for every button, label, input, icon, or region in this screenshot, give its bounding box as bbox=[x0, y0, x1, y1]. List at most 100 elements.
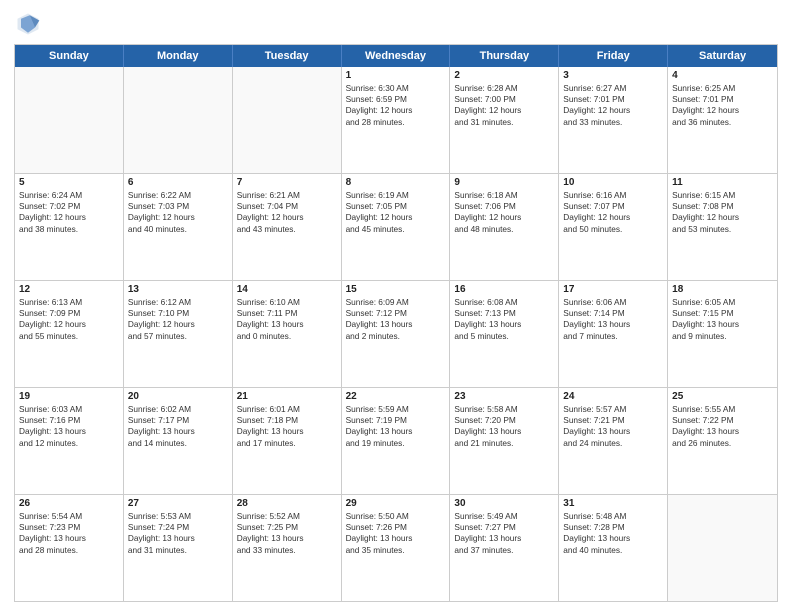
cell-line: Sunset: 7:03 PM bbox=[128, 201, 228, 212]
day-number: 16 bbox=[454, 284, 554, 295]
cell-line: Sunset: 7:17 PM bbox=[128, 415, 228, 426]
cell-line: Sunset: 7:18 PM bbox=[237, 415, 337, 426]
cell-line: and 26 minutes. bbox=[672, 438, 773, 449]
cell-line: Sunset: 7:26 PM bbox=[346, 522, 446, 533]
weekday-header-thursday: Thursday bbox=[450, 45, 559, 67]
cell-line: Sunrise: 6:18 AM bbox=[454, 190, 554, 201]
cell-line: and 40 minutes. bbox=[128, 224, 228, 235]
empty-cell-r0c1 bbox=[124, 67, 233, 173]
calendar-row-3: 12Sunrise: 6:13 AMSunset: 7:09 PMDayligh… bbox=[15, 280, 777, 387]
calendar-body: 1Sunrise: 6:30 AMSunset: 6:59 PMDaylight… bbox=[15, 67, 777, 601]
cell-line: Sunrise: 6:28 AM bbox=[454, 83, 554, 94]
calendar-row-4: 19Sunrise: 6:03 AMSunset: 7:16 PMDayligh… bbox=[15, 387, 777, 494]
cell-line: and 28 minutes. bbox=[346, 117, 446, 128]
page: SundayMondayTuesdayWednesdayThursdayFrid… bbox=[0, 0, 792, 612]
day-number: 26 bbox=[19, 498, 119, 509]
calendar: SundayMondayTuesdayWednesdayThursdayFrid… bbox=[14, 44, 778, 602]
cell-line: Sunset: 7:22 PM bbox=[672, 415, 773, 426]
day-cell-31: 31Sunrise: 5:48 AMSunset: 7:28 PMDayligh… bbox=[559, 495, 668, 601]
cell-line: Sunrise: 6:27 AM bbox=[563, 83, 663, 94]
cell-line: Sunset: 7:04 PM bbox=[237, 201, 337, 212]
day-number: 25 bbox=[672, 391, 773, 402]
cell-line: Sunset: 7:02 PM bbox=[19, 201, 119, 212]
cell-line: Daylight: 13 hours bbox=[237, 319, 337, 330]
day-cell-12: 12Sunrise: 6:13 AMSunset: 7:09 PMDayligh… bbox=[15, 281, 124, 387]
cell-line: Daylight: 13 hours bbox=[346, 319, 446, 330]
day-number: 29 bbox=[346, 498, 446, 509]
day-number: 22 bbox=[346, 391, 446, 402]
day-cell-2: 2Sunrise: 6:28 AMSunset: 7:00 PMDaylight… bbox=[450, 67, 559, 173]
cell-line: and 57 minutes. bbox=[128, 331, 228, 342]
cell-line: and 7 minutes. bbox=[563, 331, 663, 342]
cell-line: Sunrise: 6:10 AM bbox=[237, 297, 337, 308]
cell-line: Daylight: 13 hours bbox=[563, 426, 663, 437]
day-cell-4: 4Sunrise: 6:25 AMSunset: 7:01 PMDaylight… bbox=[668, 67, 777, 173]
cell-line: Daylight: 13 hours bbox=[128, 533, 228, 544]
cell-line: Sunrise: 6:15 AM bbox=[672, 190, 773, 201]
cell-line: and 5 minutes. bbox=[454, 331, 554, 342]
cell-line: Sunset: 7:13 PM bbox=[454, 308, 554, 319]
weekday-header-friday: Friday bbox=[559, 45, 668, 67]
cell-line: Sunrise: 6:21 AM bbox=[237, 190, 337, 201]
cell-line: and 50 minutes. bbox=[563, 224, 663, 235]
day-cell-1: 1Sunrise: 6:30 AMSunset: 6:59 PMDaylight… bbox=[342, 67, 451, 173]
cell-line: Sunset: 7:19 PM bbox=[346, 415, 446, 426]
day-number: 4 bbox=[672, 70, 773, 81]
cell-line: Sunset: 7:24 PM bbox=[128, 522, 228, 533]
cell-line: Daylight: 13 hours bbox=[346, 533, 446, 544]
cell-line: and 36 minutes. bbox=[672, 117, 773, 128]
cell-line: Daylight: 12 hours bbox=[128, 319, 228, 330]
day-number: 20 bbox=[128, 391, 228, 402]
cell-line: Sunrise: 5:48 AM bbox=[563, 511, 663, 522]
cell-line: and 9 minutes. bbox=[672, 331, 773, 342]
cell-line: and 31 minutes. bbox=[128, 545, 228, 556]
day-cell-23: 23Sunrise: 5:58 AMSunset: 7:20 PMDayligh… bbox=[450, 388, 559, 494]
cell-line: Daylight: 13 hours bbox=[346, 426, 446, 437]
day-cell-22: 22 Sunrise: 5:59 AMSunset: 7:19 PMDayligh… bbox=[342, 388, 451, 494]
cell-line: Sunset: 7:01 PM bbox=[563, 94, 663, 105]
cell-line: Sunrise: 5:59 AM bbox=[346, 404, 446, 415]
cell-line: Daylight: 12 hours bbox=[672, 212, 773, 223]
cell-line: Sunset: 7:12 PM bbox=[346, 308, 446, 319]
cell-line: Sunset: 7:10 PM bbox=[128, 308, 228, 319]
day-number: 14 bbox=[237, 284, 337, 295]
day-number: 9 bbox=[454, 177, 554, 188]
cell-line: Sunrise: 5:53 AM bbox=[128, 511, 228, 522]
day-cell-13: 13Sunrise: 6:12 AMSunset: 7:10 PMDayligh… bbox=[124, 281, 233, 387]
weekday-header-wednesday: Wednesday bbox=[342, 45, 451, 67]
cell-line: Sunrise: 6:22 AM bbox=[128, 190, 228, 201]
calendar-header: SundayMondayTuesdayWednesdayThursdayFrid… bbox=[15, 45, 777, 67]
cell-line: and 31 minutes. bbox=[454, 117, 554, 128]
cell-line: Sunset: 7:25 PM bbox=[237, 522, 337, 533]
cell-line: Sunrise: 5:55 AM bbox=[672, 404, 773, 415]
cell-line: Daylight: 12 hours bbox=[19, 212, 119, 223]
cell-line: Sunrise: 6:09 AM bbox=[346, 297, 446, 308]
cell-line: Sunset: 7:07 PM bbox=[563, 201, 663, 212]
cell-line: Sunrise: 6:05 AM bbox=[672, 297, 773, 308]
cell-line: and 48 minutes. bbox=[454, 224, 554, 235]
day-number: 31 bbox=[563, 498, 663, 509]
cell-line: and 33 minutes. bbox=[237, 545, 337, 556]
cell-line: Sunrise: 5:50 AM bbox=[346, 511, 446, 522]
cell-line: Sunset: 7:21 PM bbox=[563, 415, 663, 426]
day-cell-16: 16Sunrise: 6:08 AMSunset: 7:13 PMDayligh… bbox=[450, 281, 559, 387]
cell-line: Sunset: 6:59 PM bbox=[346, 94, 446, 105]
cell-line: Sunset: 7:00 PM bbox=[454, 94, 554, 105]
logo-icon bbox=[14, 10, 42, 38]
cell-line: and 35 minutes. bbox=[346, 545, 446, 556]
weekday-header-tuesday: Tuesday bbox=[233, 45, 342, 67]
cell-line: Sunset: 7:16 PM bbox=[19, 415, 119, 426]
cell-line: Sunrise: 5:52 AM bbox=[237, 511, 337, 522]
cell-line: Sunrise: 5:58 AM bbox=[454, 404, 554, 415]
cell-line: Sunrise: 6:13 AM bbox=[19, 297, 119, 308]
logo bbox=[14, 10, 46, 38]
empty-cell-r4c6 bbox=[668, 495, 777, 601]
cell-line: Sunset: 7:01 PM bbox=[672, 94, 773, 105]
day-number: 2 bbox=[454, 70, 554, 81]
cell-line: Sunset: 7:20 PM bbox=[454, 415, 554, 426]
day-cell-7: 7Sunrise: 6:21 AMSunset: 7:04 PMDaylight… bbox=[233, 174, 342, 280]
day-cell-29: 29 Sunrise: 5:50 AMSunset: 7:26 PMDayligh… bbox=[342, 495, 451, 601]
cell-line: Daylight: 13 hours bbox=[672, 426, 773, 437]
cell-line: Sunset: 7:08 PM bbox=[672, 201, 773, 212]
calendar-row-5: 26Sunrise: 5:54 AMSunset: 7:23 PMDayligh… bbox=[15, 494, 777, 601]
